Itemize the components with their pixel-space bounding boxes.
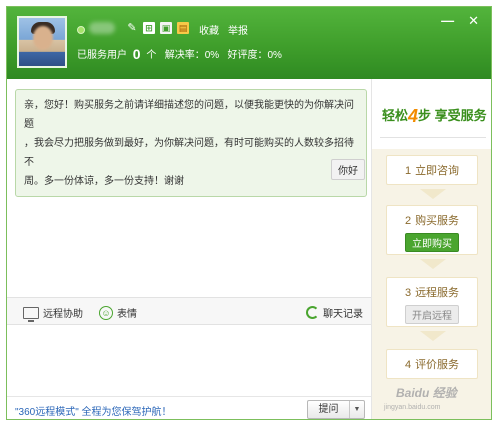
message-input[interactable] — [7, 326, 371, 396]
step-label: 1 立即咨询 — [404, 165, 460, 177]
chat-history-button[interactable]: 聊天记录 — [306, 305, 363, 320]
steps-panel: 轻松4步 享受服务 1 立即咨询 2 购买服务 立即购买 3 远程服务 开启远程 4评… — [371, 79, 491, 419]
chat-window: ✎ ⊞ ▣ ▤ 收藏 举报 已服务用户 0 个 解决率：0% 好评度：0% — … — [6, 6, 492, 420]
message-line: ，我会尽力把服务做到最好，为你解决问题，有时可能购买的人数较多招待不 — [24, 138, 354, 168]
watermark-logo: Baidu 经验 — [396, 386, 457, 400]
start-remote-button[interactable]: 开启远程 — [405, 305, 459, 324]
monitor-icon — [23, 306, 39, 322]
message-line: 周。多一份体谅，多一份支持！谢谢 — [24, 176, 184, 187]
chat-history[interactable]: 亲，您好！购买服务之前请详细描述您的问题，以便我能更快的为你解决问题 ，我会尽力… — [7, 79, 371, 294]
chat-toolbar: 远程协助 ☺ 表情 聊天记录 — [7, 297, 371, 325]
share-icon[interactable]: ⊞ — [143, 22, 155, 34]
close-icon[interactable]: ✕ — [468, 13, 479, 29]
smiley-icon: ☺ — [99, 305, 113, 320]
watermark-url: jingyan.baidu.com — [384, 404, 441, 411]
step-remote: 3 远程服务 开启远程 — [386, 277, 478, 327]
promo-link[interactable]: "360远程模式" 全程为您保驾护航！ — [15, 403, 172, 418]
blurred-username — [89, 22, 115, 34]
ask-button-label[interactable]: 提问 — [308, 401, 350, 418]
steps-title: 轻松4步 享受服务 — [382, 105, 487, 127]
shop-icon[interactable]: ▣ — [160, 22, 172, 34]
note-icon[interactable]: ▤ — [177, 22, 189, 34]
history-icon — [306, 306, 319, 319]
step-buy: 2 购买服务 立即购买 — [386, 205, 478, 255]
divider — [380, 137, 486, 138]
message-bubble-incoming: 亲，您好！购买服务之前请详细描述您的问题，以便我能更快的为你解决问题 ，我会尽力… — [15, 89, 367, 197]
step-review: 4 评价服务 — [386, 349, 478, 379]
served-unit: 个 — [146, 50, 157, 61]
step-consult[interactable]: 1 立即咨询 — [386, 155, 478, 185]
header-icons: ✎ ⊞ ▣ ▤ — [126, 22, 189, 34]
remote-assist-label: 远程协助 — [43, 309, 83, 320]
favorite-link[interactable]: 收藏 — [199, 22, 219, 37]
buy-now-button[interactable]: 立即购买 — [405, 233, 459, 252]
steps-title-number: 4 — [408, 106, 419, 126]
step-arrow — [420, 259, 446, 269]
step-label: 4 评价服务 — [404, 359, 460, 371]
edit-icon[interactable]: ✎ — [126, 22, 138, 34]
header-bar: ✎ ⊞ ▣ ▤ 收藏 举报 已服务用户 0 个 解决率：0% 好评度：0% — … — [7, 7, 491, 79]
step-arrow — [420, 331, 446, 341]
window-buttons: — ✕ — [441, 13, 479, 29]
steps-title-suffix: 步 享受服务 — [418, 108, 487, 123]
service-stats: 已服务用户 0 个 解决率：0% 好评度：0% — [77, 46, 282, 62]
resolve-rate: 解决率：0% — [164, 50, 220, 61]
remote-assist-button[interactable]: 远程协助 — [23, 305, 83, 322]
message-line: 亲，您好！购买服务之前请详细描述您的问题，以便我能更快的为你解决问题 — [24, 100, 354, 130]
served-label: 已服务用户 — [77, 50, 127, 61]
ask-button[interactable]: 提问 ▼ — [307, 400, 365, 419]
emoji-button[interactable]: ☺ 表情 — [99, 305, 137, 320]
chat-history-label: 聊天记录 — [323, 309, 363, 320]
header-links: 收藏 举报 — [199, 22, 248, 37]
message-bubble-outgoing: 你好 — [331, 159, 365, 180]
steps-title-prefix: 轻松 — [382, 108, 409, 123]
avatar-face — [33, 26, 53, 50]
avatar[interactable] — [17, 16, 67, 68]
step-label: 3 远程服务 — [404, 287, 460, 299]
rating-rate: 好评度：0% — [227, 50, 282, 61]
report-link[interactable]: 举报 — [228, 22, 248, 37]
steps-list: 1 立即咨询 2 购买服务 立即购买 3 远程服务 开启远程 4 评价服务 — [372, 149, 491, 419]
minimize-icon[interactable]: — — [441, 13, 454, 29]
served-value: 0 — [132, 46, 141, 62]
chevron-down-icon[interactable]: ▼ — [350, 401, 364, 418]
step-label: 2 购买服务 — [404, 215, 460, 227]
step-arrow — [420, 189, 446, 199]
emoji-label: 表情 — [117, 309, 137, 320]
online-status-icon — [77, 26, 85, 34]
bottom-bar: "360远程模式" 全程为您保驾护航！ 提问 ▼ — [7, 396, 371, 419]
